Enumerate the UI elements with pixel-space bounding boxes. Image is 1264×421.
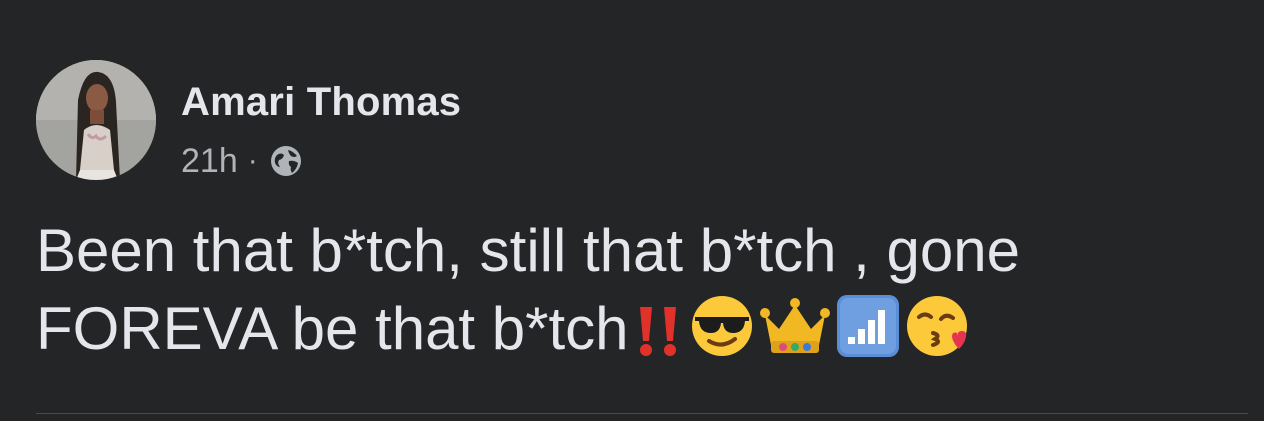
timestamp[interactable]: 21h bbox=[181, 142, 238, 181]
post-card: Amari Thomas 21h · Been that b*tch, stil… bbox=[0, 0, 1264, 421]
double-exclamation-icon bbox=[633, 303, 685, 359]
globe-icon[interactable] bbox=[268, 143, 304, 179]
crown-icon bbox=[759, 297, 831, 359]
meta-separator: · bbox=[247, 144, 258, 177]
post-text-line-2: FOREVA be that b*tch bbox=[36, 290, 1236, 368]
profile-photo bbox=[36, 60, 156, 180]
kissing-face-icon bbox=[905, 293, 973, 359]
post-text-line-1: Been that b*tch, still that b*tch , gone bbox=[36, 217, 1020, 284]
divider bbox=[36, 413, 1248, 414]
sunglasses-face-icon bbox=[689, 293, 755, 359]
signal-bars-icon bbox=[835, 293, 901, 359]
author-name[interactable]: Amari Thomas bbox=[181, 80, 461, 125]
avatar[interactable] bbox=[36, 60, 156, 180]
post-text-line-2-text: FOREVA be that b*tch bbox=[36, 295, 629, 362]
post-text: Been that b*tch, still that b*tch , gone… bbox=[36, 212, 1236, 368]
post-meta: 21h · bbox=[181, 140, 304, 182]
